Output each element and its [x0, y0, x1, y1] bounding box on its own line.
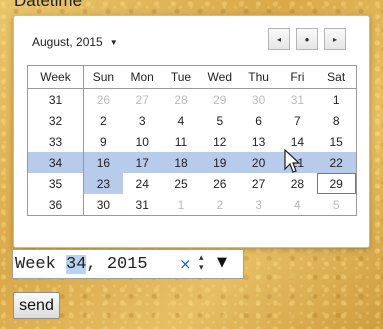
calendar-day[interactable]: 31	[278, 89, 317, 110]
calendar-header-row: Week Sun Mon Tue Wed Thu Fri Sat	[28, 66, 356, 89]
calendar-week-row[interactable]: 32 2 3 4 5 6 7 8	[28, 110, 356, 131]
calendar-day[interactable]: 10	[123, 131, 162, 152]
calendar-day[interactable]: 26	[84, 89, 123, 110]
calendar-popup: August, 2015 ▼ ◂ ● ▸ Week Sun Mon Tue Wed Thu…	[13, 15, 370, 248]
today-button[interactable]: ●	[296, 28, 318, 50]
calendar-day[interactable]: 28	[162, 89, 201, 110]
calendar-day[interactable]: 30	[84, 194, 123, 215]
weekday-header: Fri	[290, 70, 305, 84]
calendar-day[interactable]: 19	[200, 152, 240, 173]
calendar-nav: ◂ ● ▸	[268, 28, 346, 50]
calendar-day[interactable]: 4	[278, 194, 317, 215]
calendar-day[interactable]: 29	[316, 173, 356, 194]
calendar-day[interactable]: 2	[84, 110, 123, 131]
calendar-day[interactable]: 8	[317, 110, 356, 131]
weekday-header: Sun	[92, 70, 115, 84]
calendar-day[interactable]: 23	[84, 173, 123, 194]
calendar-week-row[interactable]: 3416171819202122	[28, 152, 356, 173]
weekday-header: Sat	[327, 70, 346, 84]
month-year-label: August, 2015	[32, 35, 103, 49]
prev-month-button[interactable]: ◂	[268, 28, 290, 50]
calendar-day[interactable]: 27	[239, 173, 278, 194]
weekday-header: Mon	[130, 70, 154, 84]
calendar-day[interactable]: 31	[123, 194, 162, 215]
field-label: Datetime	[14, 0, 83, 10]
week-input[interactable]: Week 34 , 2015 × ▴ ▾ ▼	[12, 249, 244, 279]
calendar-day[interactable]: 18	[161, 152, 201, 173]
calendar-day[interactable]: 1	[162, 194, 201, 215]
calendar-day[interactable]: 22	[316, 152, 356, 173]
next-month-button[interactable]: ▸	[324, 28, 346, 50]
week-number[interactable]: 31	[28, 89, 84, 110]
calendar-day[interactable]: 15	[317, 131, 356, 152]
calendar-day[interactable]: 3	[123, 110, 162, 131]
calendar-day[interactable]: 29	[200, 89, 239, 110]
spinner-icon[interactable]: ▴ ▾	[199, 253, 204, 273]
month-year-selector[interactable]: August, 2015 ▼	[32, 35, 118, 49]
calendar-week-row[interactable]: 35 23 24 25 26 27 28 29	[28, 173, 356, 194]
calendar-day[interactable]: 13	[239, 131, 278, 152]
calendar-day[interactable]: 7	[278, 110, 317, 131]
weekday-header: Tue	[170, 70, 192, 84]
calendar-day[interactable]: 5	[200, 110, 239, 131]
calendar-day[interactable]: 17	[122, 152, 162, 173]
week-column-header: Week	[28, 66, 84, 88]
week-number[interactable]: 33	[28, 131, 84, 152]
week-prefix: Week	[15, 254, 67, 274]
week-number-field[interactable]: 34	[66, 254, 87, 274]
caret-down-icon: ▼	[109, 37, 118, 47]
calendar-day[interactable]: 2	[200, 194, 239, 215]
mouse-cursor-icon	[284, 149, 301, 173]
calendar-day[interactable]: 6	[239, 110, 278, 131]
calendar-week-row[interactable]: 36 30 31 1 2 3 4 5	[28, 194, 356, 215]
calendar-day[interactable]: 30	[239, 89, 278, 110]
clear-icon[interactable]: ×	[179, 255, 192, 273]
send-button[interactable]: send	[13, 292, 60, 319]
calendar-week-row[interactable]: 33 9 10 11 12 13 14 15	[28, 131, 356, 152]
calendar-day[interactable]: 16	[84, 152, 123, 173]
week-number[interactable]: 34	[28, 152, 84, 173]
calendar-day[interactable]: 28	[278, 173, 317, 194]
calendar-day[interactable]: 20	[239, 152, 278, 173]
calendar-day[interactable]: 24	[123, 173, 162, 194]
dropdown-arrow-icon[interactable]: ▼	[217, 255, 227, 270]
calendar-day[interactable]: 27	[123, 89, 162, 110]
year-field[interactable]: , 2015	[86, 255, 147, 274]
weekday-header: Wed	[207, 70, 233, 84]
calendar-day[interactable]: 11	[162, 131, 201, 152]
calendar-day[interactable]: 4	[162, 110, 201, 131]
calendar-day[interactable]: 5	[317, 194, 356, 215]
calendar-day[interactable]: 12	[200, 131, 239, 152]
week-number[interactable]: 32	[28, 110, 84, 131]
calendar-week-row[interactable]: 31 26 27 28 29 30 31 1	[28, 89, 356, 110]
week-number[interactable]: 35	[28, 173, 84, 194]
calendar-day[interactable]: 26	[200, 173, 239, 194]
calendar-day[interactable]: 9	[84, 131, 123, 152]
calendar-day[interactable]: 25	[162, 173, 201, 194]
week-number[interactable]: 36	[28, 194, 84, 215]
calendar-grid: Week Sun Mon Tue Wed Thu Fri Sat 31 26 27 28 29 30 31 1…	[27, 65, 357, 216]
calendar-day[interactable]: 1	[317, 89, 356, 110]
weekday-header: Thu	[248, 70, 269, 84]
calendar-day[interactable]: 3	[239, 194, 278, 215]
